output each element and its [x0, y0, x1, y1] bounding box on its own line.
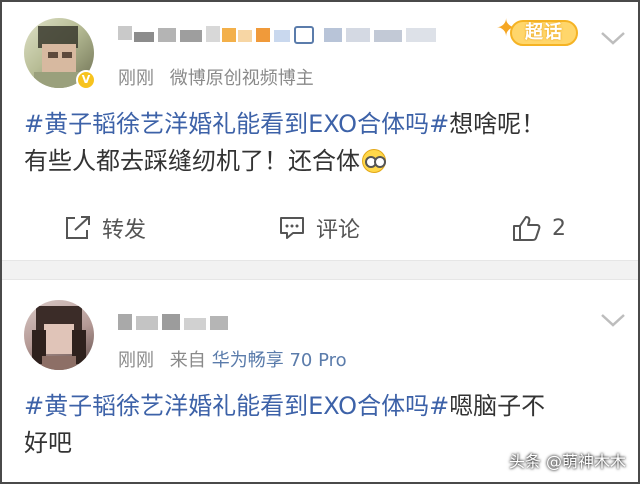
post-content: #黄子韬徐艺洋婚礼能看到EXO合体吗#嗯脑子不 好吧 [24, 388, 545, 462]
post-text: 好吧 [24, 429, 72, 457]
hashtag-link[interactable]: #黄子韬徐艺洋婚礼能看到EXO合体吗# [24, 110, 449, 138]
super-topic-label: 超话 [510, 20, 578, 46]
weibo-post-1: V ✦ 超话 刚刚 微博原创视频博主 #黄子韬徐艺洋婚礼能看到EXO合体吗#想啥… [2, 2, 638, 260]
device-source-link[interactable]: 华为畅享 70 Pro [212, 350, 347, 371]
post-content: #黄子韬徐艺洋婚礼能看到EXO合体吗#想啥呢！ 有些人都去踩缝纫机了！还合体 [24, 106, 545, 180]
comment-button[interactable]: 评论 [278, 208, 360, 248]
chevron-down-icon[interactable] [600, 312, 626, 328]
comment-icon [280, 217, 304, 239]
like-button[interactable]: 2 [512, 208, 566, 248]
chevron-down-icon[interactable] [600, 30, 626, 46]
author-name-blurred[interactable] [118, 310, 238, 330]
author-role: 微博原创视频博主 [169, 68, 314, 89]
post-time: 刚刚 [118, 68, 154, 89]
share-icon [66, 216, 90, 239]
thumbs-up-icon [513, 216, 541, 241]
like-count: 2 [552, 215, 566, 241]
verified-badge-icon: V [76, 70, 96, 90]
post-meta: 刚刚 来自 华为畅享 70 Pro [118, 346, 347, 372]
author-name-blurred[interactable] [118, 22, 458, 44]
post-separator [2, 260, 638, 280]
source-prefix: 来自 [169, 350, 206, 371]
sweat-glasses-emoji-icon [362, 149, 386, 173]
post-content-line-1: #黄子韬徐艺洋婚礼能看到EXO合体吗#想啥呢！ [24, 106, 545, 143]
post-content-line-2: 好吧 [24, 425, 545, 462]
post-time: 刚刚 [118, 350, 154, 371]
post-meta: 刚刚 微博原创视频博主 [118, 64, 314, 90]
post-text: 嗯脑子不 [449, 392, 546, 420]
share-label: 转发 [102, 218, 147, 243]
avatar[interactable] [24, 300, 94, 370]
super-topic-badge[interactable]: ✦ 超话 [492, 14, 580, 48]
post-content-line-2: 有些人都去踩缝纫机了！还合体 [24, 143, 545, 180]
post-content-line-1: #黄子韬徐艺洋婚礼能看到EXO合体吗#嗯脑子不 [24, 388, 545, 425]
post-actions: 转发 评论 2 [2, 208, 638, 248]
post-text: 有些人都去踩缝纫机了！还合体 [24, 147, 360, 175]
comment-label: 评论 [316, 218, 361, 243]
post-text: 想啥呢！ [449, 110, 546, 138]
watermark: 头条 @萌神木木 [508, 452, 626, 471]
share-button[interactable]: 转发 [64, 208, 146, 248]
hashtag-link[interactable]: #黄子韬徐艺洋婚礼能看到EXO合体吗# [24, 392, 449, 420]
